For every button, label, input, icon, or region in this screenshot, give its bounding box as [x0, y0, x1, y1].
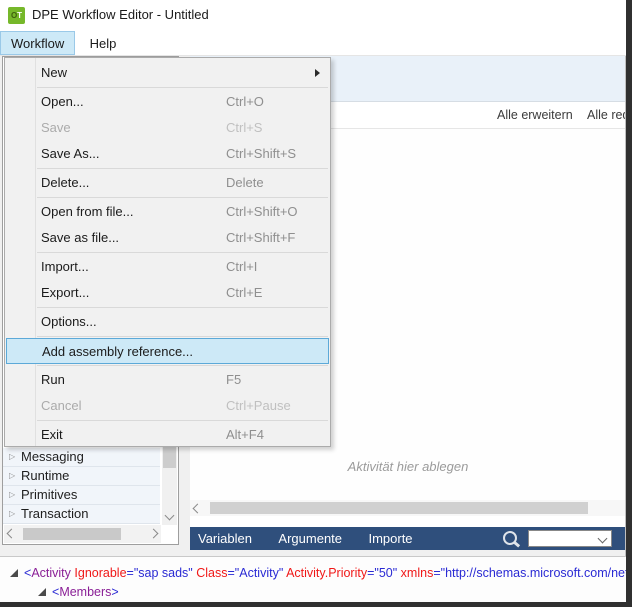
search-icon[interactable] [503, 531, 517, 545]
chevron-down-icon[interactable] [165, 511, 175, 521]
submenu-arrow-icon [315, 69, 320, 77]
menu-item-save-as[interactable]: Save As...Ctrl+Shift+S [5, 141, 330, 167]
chevron-right-icon[interactable]: ▷ [9, 467, 15, 485]
chevron-left-icon[interactable] [7, 529, 17, 539]
menu-separator [37, 336, 328, 337]
menubar-item-help[interactable]: Help [80, 32, 127, 56]
collapse-triangle-icon[interactable] [38, 588, 46, 596]
chevron-down-icon [598, 534, 608, 544]
menu-item-delete[interactable]: Delete...Delete [5, 170, 330, 196]
window-title: DPE Workflow Editor - Untitled [32, 0, 209, 30]
menubar-item-workflow[interactable]: Workflow [0, 31, 75, 55]
xml-line-members: <Members> [52, 584, 119, 601]
window-edge-right [626, 0, 632, 607]
tab-variablen[interactable]: Variablen [198, 527, 252, 550]
menu-item-import[interactable]: Import...Ctrl+I [5, 254, 330, 280]
toolbox-category-label: Runtime [21, 468, 69, 483]
chevron-right-icon[interactable]: ▷ [9, 505, 15, 523]
menu-separator [37, 365, 328, 366]
app-window: OT DPE Workflow Editor - Untitled Workfl… [0, 0, 626, 602]
menu-item-cancel: CancelCtrl+Pause [5, 393, 330, 419]
toolbox-category-primitives[interactable]: ▷ Primitives [3, 486, 160, 505]
menu-item-new[interactable]: New [5, 60, 330, 86]
menu-item-save: SaveCtrl+S [5, 115, 330, 141]
toolbox-category-label: Transaction [21, 506, 88, 521]
menu-separator [37, 252, 328, 253]
menu-separator [37, 420, 328, 421]
menu-separator [37, 197, 328, 198]
canvas-horizontal-scrollbar[interactable] [190, 500, 626, 516]
collapse-triangle-icon[interactable] [10, 569, 18, 577]
toolbox-category-label: Primitives [21, 487, 77, 502]
menu-item-run[interactable]: RunF5 [5, 367, 330, 393]
toolbox-category-list: ▷ Messaging ▷ Runtime ▷ Primitives ▷ Transac… [3, 448, 160, 524]
menu-item-save-as-file[interactable]: Save as file...Ctrl+Shift+F [5, 225, 330, 251]
menu-item-exit[interactable]: ExitAlt+F4 [5, 422, 330, 448]
app-icon: OT [8, 7, 25, 24]
menu-item-open[interactable]: Open...Ctrl+O [5, 89, 330, 115]
toolbox-category-runtime[interactable]: ▷ Runtime [3, 467, 160, 486]
toolbox-category-transaction[interactable]: ▷ Transaction [3, 505, 160, 524]
menu-item-open-from-file[interactable]: Open from file...Ctrl+Shift+O [5, 199, 330, 225]
workflow-menu: New Open...Ctrl+O SaveCtrl+S Save As...C… [4, 57, 331, 447]
tab-argumente[interactable]: Argumente [278, 527, 342, 550]
menubar: Workflow Help [0, 30, 626, 56]
screen: OT DPE Workflow Editor - Untitled Workfl… [0, 0, 632, 607]
menu-item-export[interactable]: Export...Ctrl+E [5, 280, 330, 306]
toolbox-category-messaging[interactable]: ▷ Messaging [3, 448, 160, 467]
chevron-right-icon[interactable]: ▷ [9, 448, 15, 466]
scrollbar-thumb[interactable] [210, 502, 588, 514]
chevron-right-icon[interactable]: ▷ [9, 486, 15, 504]
zoom-combobox[interactable] [528, 530, 612, 547]
bottom-tab-bar: Variablen Argumente Importe [190, 527, 626, 550]
tab-importe[interactable]: Importe [368, 527, 412, 550]
expand-all-link[interactable]: Alle erweitern [497, 102, 573, 128]
menu-separator [37, 168, 328, 169]
menu-separator [37, 307, 328, 308]
window-edge-bottom [0, 602, 632, 607]
chevron-right-icon[interactable] [149, 529, 159, 539]
collapse-all-link[interactable]: Alle reduzieren [587, 102, 626, 128]
menu-item-add-assembly-reference[interactable]: Add assembly reference... [6, 338, 329, 364]
menu-separator [37, 87, 328, 88]
titlebar: OT DPE Workflow Editor - Untitled [0, 0, 626, 30]
toolbox-horizontal-scrollbar[interactable] [4, 525, 161, 543]
drop-hint-text: Aktivität hier ablegen [190, 459, 626, 474]
xml-line-activity: <Activity Ignorable="sap sads" Class="Ac… [24, 565, 626, 582]
toolbox-category-label: Messaging [21, 449, 84, 464]
chevron-left-icon[interactable] [193, 504, 203, 514]
menu-item-options[interactable]: Options... [5, 309, 330, 335]
xml-outline-panel: <Activity Ignorable="sap sads" Class="Ac… [0, 556, 626, 602]
scrollbar-thumb[interactable] [23, 528, 121, 540]
